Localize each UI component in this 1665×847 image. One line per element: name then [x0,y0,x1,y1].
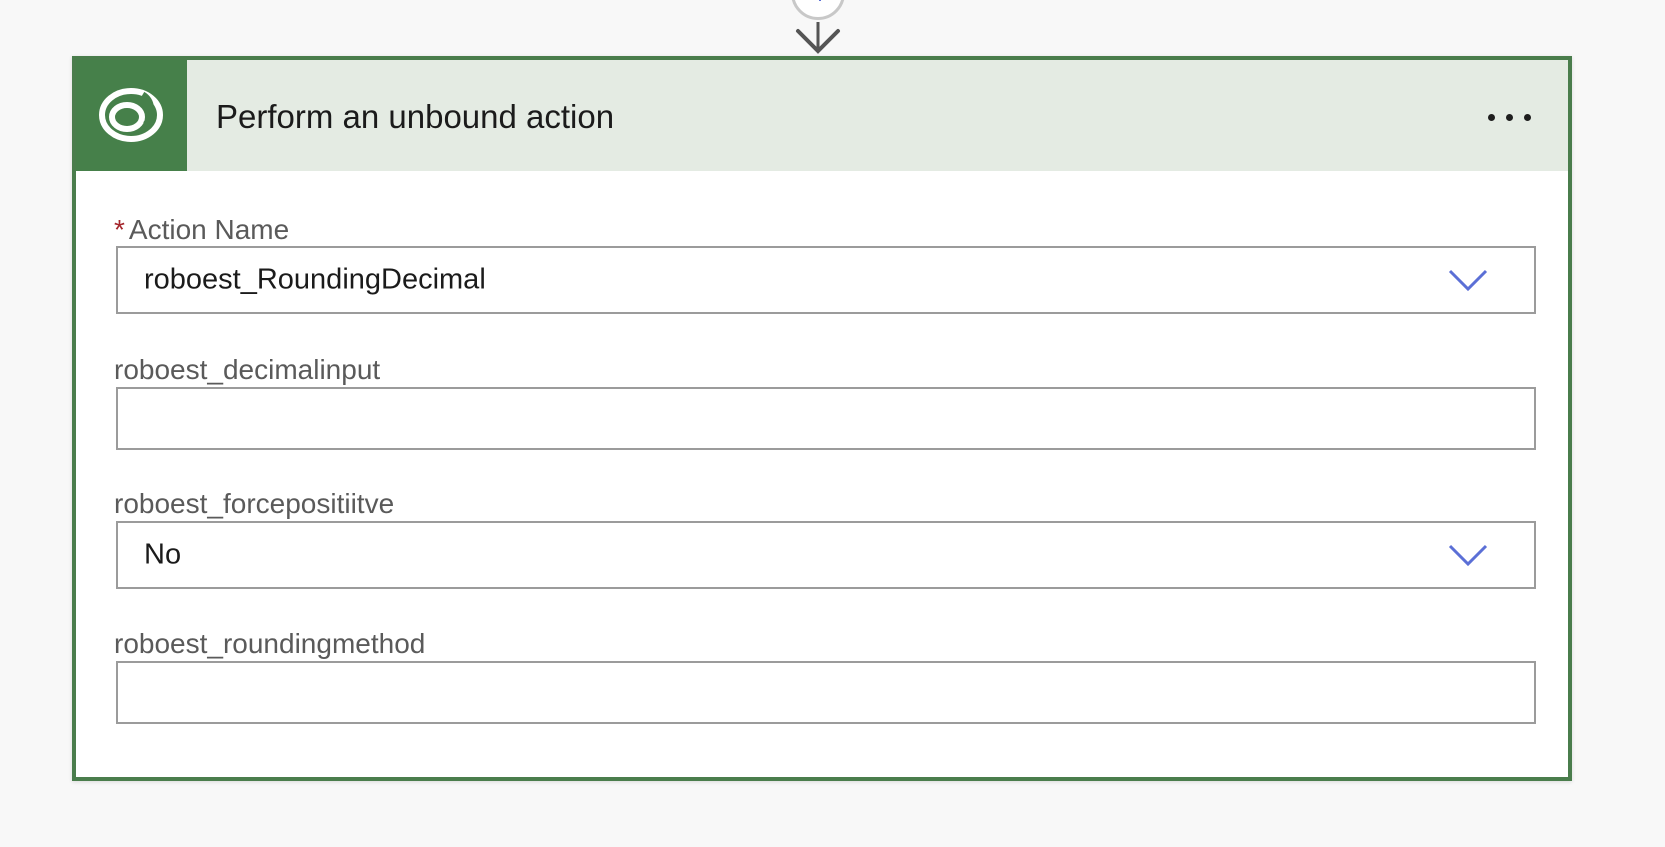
more-options-icon [1524,114,1531,121]
more-options-icon [1488,114,1495,121]
insert-step-button[interactable] [791,0,845,20]
action-name-label: * Action Name [114,213,289,247]
roundingmethod-field[interactable] [116,661,1536,724]
card-title: Perform an unbound action [216,98,615,135]
dataverse-logo-icon [99,88,163,142]
action-name-dropdown[interactable]: roboest_RoundingDecimal [116,246,1536,314]
action-name-value: roboest_RoundingDecimal [144,263,486,296]
decimalinput-field[interactable] [116,387,1536,450]
more-options-button[interactable] [1482,102,1538,132]
arrow-down-icon [796,22,840,54]
chevron-down-icon [1448,544,1488,567]
connector-icon-box [76,60,187,171]
decimalinput-label: roboest_decimalinput [114,354,381,385]
roundingmethod-label: roboest_roundingmethod [114,628,426,659]
action-name-label-text: Action Name [128,214,290,245]
more-options-icon [1506,114,1513,121]
action-card-body: * Action Name roboest_RoundingDecimal rob… [76,171,1568,777]
action-card-header[interactable]: Perform an unbound action [76,60,1568,171]
chevron-down-icon [1448,269,1488,292]
action-card: Perform an unbound action * Action Name r… [72,56,1572,781]
forcepositive-value: No [144,538,182,571]
required-marker: * [114,214,125,245]
forcepositive-label: roboest_forcepositiitve [114,488,395,519]
forcepositive-dropdown[interactable]: No [116,521,1536,589]
